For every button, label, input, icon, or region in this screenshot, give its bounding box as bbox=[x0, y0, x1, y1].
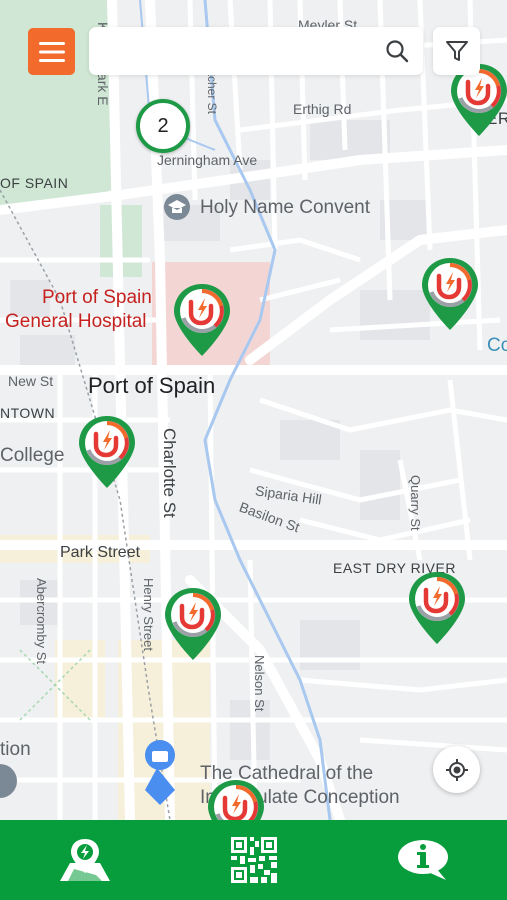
app-screen: Meyler St Erthig Rd Jerningham Ave King'… bbox=[0, 0, 507, 900]
my-location-button[interactable] bbox=[433, 746, 480, 793]
city-label-port-of-spain: Port of Spain bbox=[88, 373, 216, 398]
road-label-erthig: Erthig Rd bbox=[293, 101, 352, 117]
area-label-ntown: NTOWN bbox=[0, 405, 56, 421]
search-icon[interactable] bbox=[385, 39, 409, 63]
charger-pin[interactable] bbox=[406, 570, 468, 646]
poi-label-hospital-line2: General Hospital bbox=[5, 311, 147, 332]
nav-qr-scan-button[interactable] bbox=[169, 820, 338, 900]
qr-code-icon bbox=[230, 837, 277, 883]
charger-pin[interactable] bbox=[162, 586, 224, 662]
charger-pin[interactable] bbox=[419, 256, 481, 332]
road-label-new-st: New St bbox=[8, 373, 54, 389]
bottom-navigation bbox=[0, 820, 507, 900]
search-input[interactable] bbox=[101, 35, 375, 69]
charger-pin[interactable] bbox=[76, 414, 138, 490]
road-label-henry: Henry Street bbox=[141, 578, 156, 651]
nav-info-button[interactable] bbox=[338, 820, 507, 900]
nav-map-button[interactable] bbox=[0, 820, 169, 900]
charger-pin[interactable] bbox=[171, 282, 233, 358]
road-label-park-street: Park Street bbox=[60, 544, 141, 561]
poi-label-hospital-line1: Port of Spain bbox=[42, 287, 152, 308]
road-label-nelson: Nelson St bbox=[252, 655, 267, 712]
road-label-jerningham: Jerningham Ave bbox=[157, 152, 258, 168]
map-charging-icon bbox=[59, 839, 110, 881]
crosshair-location-icon bbox=[445, 758, 468, 781]
charger-cluster-marker[interactable]: 2 bbox=[136, 99, 190, 153]
area-label-of-spain: OF SPAIN bbox=[0, 175, 69, 191]
filter-button[interactable] bbox=[433, 27, 480, 75]
poi-label-holy-name-convent: Holy Name Convent bbox=[200, 197, 371, 218]
road-label-charlotte: Charlotte St bbox=[160, 428, 179, 518]
cluster-count: 2 bbox=[157, 114, 169, 137]
road-label-quarry: Quarry St bbox=[408, 475, 423, 531]
poi-label-co: Co bbox=[487, 335, 507, 356]
poi-label-tion: tion bbox=[0, 739, 31, 760]
filter-icon bbox=[445, 41, 468, 61]
menu-button[interactable] bbox=[28, 28, 75, 75]
road-label-abercromby: Abercromby St bbox=[34, 578, 49, 664]
info-icon bbox=[397, 840, 448, 880]
hamburger-menu-icon bbox=[38, 41, 65, 62]
poi-label-college: College bbox=[0, 445, 65, 466]
search-bar[interactable] bbox=[89, 27, 423, 75]
